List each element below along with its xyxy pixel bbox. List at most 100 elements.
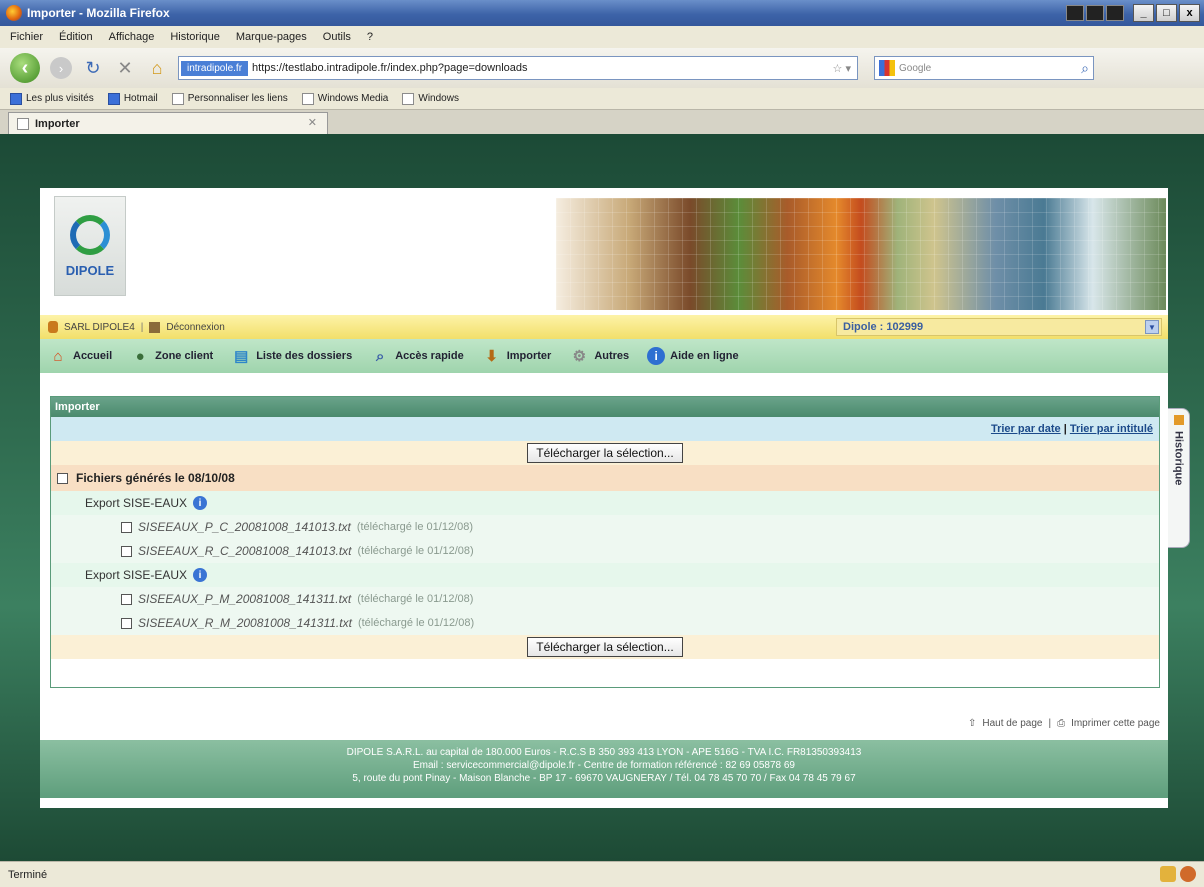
url-text[interactable]: https://testlabo.intradipole.fr/index.ph…	[252, 62, 528, 74]
sort-by-date-link[interactable]: Trier par date	[991, 423, 1061, 435]
maximize-button[interactable]: □	[1156, 4, 1177, 22]
window-titlebar: Importer - Mozilla Firefox _ □ x	[0, 0, 1204, 26]
nav-zone-client[interactable]: ● Zone client	[130, 346, 214, 366]
hotmail-icon	[107, 92, 120, 105]
bookmark-windows[interactable]: Windows	[402, 92, 459, 105]
site-container: DIPOLE SARL DIPOLE4 | Déconnexion Dipole…	[40, 188, 1168, 808]
nav-importer[interactable]: ⬇ Importer	[482, 346, 551, 366]
chevron-down-icon[interactable]: ▼	[1145, 320, 1159, 334]
panel-title: Importer	[51, 397, 1159, 417]
stop-icon[interactable]: ✕	[114, 58, 136, 79]
url-bar[interactable]: intradipole.fr https://testlabo.intradip…	[178, 56, 858, 80]
page-icon	[17, 117, 29, 130]
user-bar: SARL DIPOLE4 | Déconnexion Dipole : 1029…	[40, 315, 1168, 339]
bookmark-hotmail[interactable]: Hotmail	[107, 92, 158, 105]
search-icon: ⌕	[376, 347, 385, 365]
minimize-button[interactable]: _	[1133, 4, 1154, 22]
site-identity-badge[interactable]: intradipole.fr	[181, 60, 249, 76]
google-icon[interactable]	[879, 60, 895, 76]
menu-historique[interactable]: Historique	[170, 31, 220, 43]
nav-label: Zone client	[155, 350, 214, 362]
nav-acces-rapide[interactable]: ⌕ Accès rapide	[370, 346, 464, 366]
nav-liste-dossiers[interactable]: ▤ Liste des dossiers	[231, 346, 352, 366]
addon-icon[interactable]	[1180, 866, 1196, 882]
file-row: SISEEAUX_P_M_20081008_141311.txt (téléch…	[51, 587, 1159, 611]
security-lock-icon[interactable]	[1160, 866, 1176, 882]
history-icon	[1173, 415, 1184, 425]
search-go-icon[interactable]: ⌕	[1081, 60, 1089, 77]
file-checkbox[interactable]	[121, 521, 132, 533]
bookmark-customize-links[interactable]: Personnaliser les liens	[171, 92, 288, 105]
nav-accueil[interactable]: ⌂ Accueil	[48, 346, 112, 366]
menu-edition[interactable]: Édition	[59, 31, 93, 43]
search-placeholder[interactable]: Google	[899, 63, 931, 74]
nav-label: Autres	[594, 350, 630, 362]
menu-help[interactable]: ?	[367, 31, 373, 43]
bookmark-windows-media[interactable]: Windows Media	[301, 92, 388, 105]
menu-marque-pages[interactable]: Marque-pages	[236, 31, 307, 43]
importer-panel: Importer Trier par date | Trier par inti…	[50, 396, 1160, 688]
bookmark-icon	[10, 92, 22, 105]
export-label: Export SISE-EAUX	[85, 496, 188, 510]
nav-autres[interactable]: ⚙ Autres	[569, 346, 630, 366]
bookmark-most-visited[interactable]: Les plus visités	[10, 92, 94, 105]
footer-line: DIPOLE S.A.R.L. au capital de 180.000 Eu…	[346, 747, 862, 758]
logo-mark-icon	[70, 214, 110, 255]
sort-by-title-link[interactable]: Trier par intitulé	[1070, 423, 1153, 435]
file-download-note: (téléchargé le 01/12/08)	[357, 545, 474, 557]
bookmark-star-icon[interactable]: ☆ ▾	[833, 62, 851, 75]
nav-label: Aide en ligne	[670, 350, 739, 362]
firefox-icon	[6, 5, 22, 21]
file-name[interactable]: SISEEAUX_P_M_20081008_141311.txt	[138, 592, 351, 606]
footer-line: Email : servicecommercial@dipole.fr - Ce…	[413, 760, 795, 771]
nav-aide-en-ligne[interactable]: i Aide en ligne	[647, 347, 739, 365]
reload-icon[interactable]: ↻	[82, 58, 104, 79]
download-selection-button[interactable]: Télécharger la sélection...	[527, 637, 683, 657]
file-download-note: (téléchargé le 01/12/08)	[357, 593, 474, 605]
logout-link[interactable]: Déconnexion	[166, 322, 224, 333]
back-button[interactable]: ‹	[10, 53, 40, 83]
search-bar[interactable]: Google ⌕	[874, 56, 1094, 80]
menu-affichage[interactable]: Affichage	[109, 31, 155, 43]
print-page-link[interactable]: Imprimer cette page	[1071, 718, 1160, 729]
close-button[interactable]: x	[1179, 4, 1200, 22]
user-icon: ●	[135, 347, 145, 365]
download-selection-button[interactable]: Télécharger la sélection...	[527, 443, 683, 463]
site-footer: DIPOLE S.A.R.L. au capital de 180.000 Eu…	[40, 740, 1168, 798]
site-header: DIPOLE	[40, 188, 1168, 313]
menu-fichier[interactable]: Fichier	[10, 31, 43, 43]
dossier-select[interactable]: Dipole : 102999 ▼	[836, 318, 1162, 336]
file-name[interactable]: SISEEAUX_P_C_20081008_141013.txt	[138, 520, 351, 534]
file-checkbox[interactable]	[121, 617, 132, 629]
nav-label: Accueil	[73, 350, 113, 362]
tab-importer[interactable]: Importer ✕	[8, 112, 328, 134]
navigation-toolbar: ‹ › ↻ ✕ ⌂ intradipole.fr https://testlab…	[0, 48, 1204, 88]
bookmark-label: Windows	[418, 93, 459, 104]
titlebar-tray	[1066, 5, 1124, 21]
tab-close-icon[interactable]: ✕	[308, 116, 317, 129]
export-row: Export SISE-EAUX i	[51, 491, 1159, 515]
historique-side-tab[interactable]: Historique	[1168, 408, 1190, 548]
home-icon[interactable]: ⌂	[146, 58, 168, 79]
file-name[interactable]: SISEEAUX_R_C_20081008_141013.txt	[138, 544, 352, 558]
forward-button[interactable]: ›	[50, 57, 72, 79]
user-name[interactable]: SARL DIPOLE4	[64, 322, 135, 333]
page-icon	[301, 92, 314, 105]
file-checkbox[interactable]	[121, 545, 132, 557]
group-checkbox[interactable]	[57, 472, 68, 484]
menu-outils[interactable]: Outils	[323, 31, 351, 43]
window-title: Importer - Mozilla Firefox	[27, 6, 170, 20]
back-to-top-link[interactable]: Haut de page	[982, 718, 1042, 729]
file-checkbox[interactable]	[121, 593, 132, 605]
file-download-note: (téléchargé le 01/12/08)	[357, 617, 475, 629]
historique-label: Historique	[1172, 431, 1185, 486]
info-icon[interactable]: i	[193, 496, 208, 510]
info-icon[interactable]: i	[193, 568, 208, 582]
tab-bar: Importer ✕	[0, 110, 1204, 134]
dossier-select-value: Dipole : 102999	[843, 321, 924, 333]
dipole-logo[interactable]: DIPOLE	[54, 196, 126, 296]
file-name[interactable]: SISEEAUX_R_M_20081008_141311.txt	[138, 616, 352, 630]
page-icon	[171, 92, 184, 105]
import-icon: ⬇	[485, 348, 498, 365]
group-row: Fichiers générés le 08/10/08	[51, 465, 1159, 491]
